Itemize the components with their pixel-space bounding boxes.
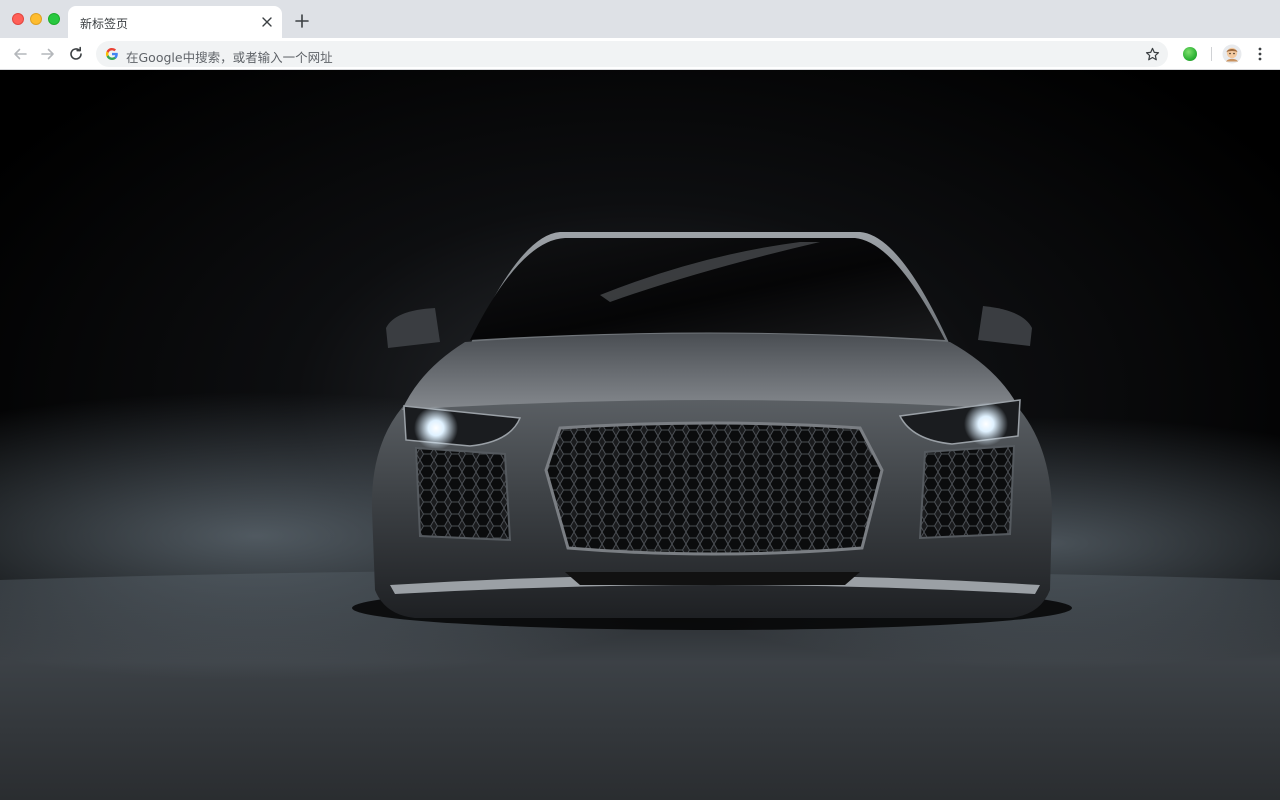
forward-button[interactable] [36, 42, 60, 66]
tab-title: 新标签页 [80, 17, 129, 31]
toolbar-divider [1211, 47, 1212, 61]
reload-button[interactable] [64, 42, 88, 66]
menu-button[interactable] [1250, 43, 1270, 65]
extension-button[interactable] [1180, 43, 1200, 65]
green-circle-extension-icon [1183, 47, 1197, 61]
plus-icon [295, 14, 309, 28]
tab-strip: 新标签页 [0, 0, 1280, 38]
arrow-right-icon [41, 48, 54, 60]
google-g-icon [105, 47, 118, 61]
window-close-button[interactable] [12, 13, 24, 25]
browser-toolbar: 在Google中搜索，或者输入一个网址 [0, 38, 1280, 70]
new-tab-button[interactable] [292, 11, 312, 31]
arrow-left-icon [14, 48, 27, 60]
kebab-menu-icon [1258, 47, 1262, 61]
address-bar-placeholder: 在Google中搜索，或者输入一个网址 [126, 50, 333, 65]
window-minimize-button[interactable] [30, 13, 42, 25]
window-maximize-button[interactable] [48, 13, 60, 25]
reload-icon [70, 46, 82, 60]
back-button[interactable] [8, 42, 32, 66]
tab-active[interactable]: 新标签页 [68, 6, 282, 38]
star-icon [1145, 47, 1159, 60]
close-icon[interactable] [258, 13, 276, 31]
wallpaper-image [0, 70, 1280, 800]
bookmark-button[interactable] [1142, 44, 1162, 64]
avatar-icon [1222, 44, 1242, 64]
address-bar[interactable]: 在Google中搜索，或者输入一个网址 [96, 41, 1168, 67]
profile-button[interactable] [1221, 43, 1243, 65]
new-tab-page [0, 70, 1280, 800]
